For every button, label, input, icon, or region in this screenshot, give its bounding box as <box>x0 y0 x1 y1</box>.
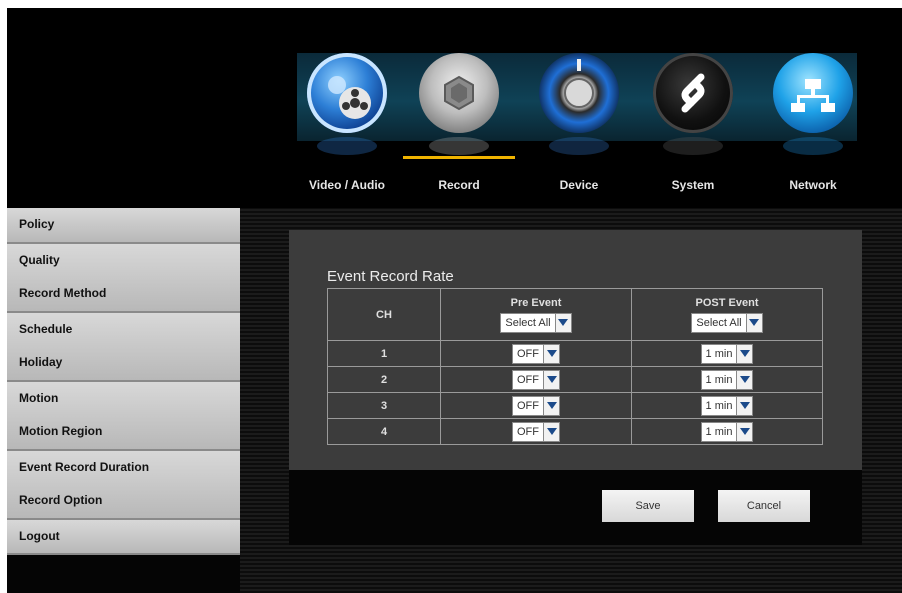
sidebar-item-policy[interactable]: Policy <box>7 208 240 242</box>
sidebar-group: Logout <box>7 519 240 555</box>
chevron-down-icon <box>543 344 559 363</box>
column-header-post-event: POST Event Select All <box>631 288 823 341</box>
tab-label: Network <box>789 178 837 192</box>
panel-title: Event Record Rate <box>327 268 454 285</box>
table-row: 3 OFF 1 min <box>327 392 823 419</box>
sidebar-group: Schedule Holiday <box>7 312 240 382</box>
tab-network[interactable]: Network <box>763 53 863 203</box>
post-event-select[interactable]: 1 min <box>700 343 754 364</box>
tab-label: Device <box>559 178 599 192</box>
post-event-select[interactable]: 1 min <box>700 369 754 390</box>
event-record-rate-table: CH Pre Event Select All POST Event Selec… <box>327 288 823 445</box>
active-tab-indicator <box>403 156 515 159</box>
tab-label: System <box>671 178 715 192</box>
sidebar-item-record-option[interactable]: Record Option <box>7 484 240 518</box>
column-header-pre-event: Pre Event Select All <box>440 288 632 341</box>
sidebar-group: Quality Record Method <box>7 243 240 313</box>
chevron-down-icon <box>736 344 753 363</box>
chevron-down-icon <box>736 370 753 389</box>
table-row: 1 OFF 1 min <box>327 340 823 367</box>
channel-number: 3 <box>327 392 441 419</box>
chevron-down-icon <box>745 313 762 332</box>
pre-event-select-all[interactable]: Select All <box>500 312 572 333</box>
sidebar-group: Motion Motion Region <box>7 381 240 451</box>
sidebar-group: Event Record Duration Record Option <box>7 450 240 520</box>
tab-system[interactable]: System <box>643 53 743 203</box>
sidebar-item-motion[interactable]: Motion <box>7 382 240 416</box>
sidebar-item-schedule[interactable]: Schedule <box>7 313 240 347</box>
table-row: 2 OFF 1 min <box>327 366 823 393</box>
sidebar-item-logout[interactable]: Logout <box>7 520 240 554</box>
post-event-select-all[interactable]: Select All <box>691 312 763 333</box>
pre-event-select[interactable]: OFF <box>512 421 560 442</box>
sidebar-item-event-record-duration[interactable]: Event Record Duration <box>7 451 240 485</box>
channel-number: 4 <box>327 418 441 445</box>
post-event-select[interactable]: 1 min <box>700 395 754 416</box>
cancel-button[interactable]: Cancel <box>718 490 810 522</box>
pre-event-label: Pre Event <box>510 296 562 309</box>
pre-event-select[interactable]: OFF <box>512 343 560 364</box>
table-row: 4 OFF 1 min <box>327 418 823 445</box>
action-bar: Save Cancel <box>289 470 862 545</box>
tab-device[interactable]: Device <box>529 53 629 203</box>
sidebar-item-record-method[interactable]: Record Method <box>7 277 240 311</box>
chevron-down-icon <box>736 396 753 415</box>
chevron-down-icon <box>543 370 559 389</box>
chevron-down-icon <box>543 396 559 415</box>
post-event-select[interactable]: 1 min <box>700 421 754 442</box>
pre-event-select[interactable]: OFF <box>512 395 560 416</box>
tab-video-audio[interactable]: Video / Audio <box>297 53 397 203</box>
chevron-down-icon <box>554 313 571 332</box>
column-header-ch: CH <box>327 288 441 341</box>
sidebar-group: Policy <box>7 208 240 244</box>
channel-number: 1 <box>327 340 441 367</box>
sidebar-item-holiday[interactable]: Holiday <box>7 346 240 380</box>
sidebar-item-quality[interactable]: Quality <box>7 244 240 278</box>
post-event-label: POST Event <box>695 296 759 309</box>
chevron-down-icon <box>543 422 559 441</box>
tab-label: Video / Audio <box>308 178 385 192</box>
pre-event-select[interactable]: OFF <box>512 369 560 390</box>
tab-label: Record <box>438 178 480 192</box>
tab-record[interactable]: Record <box>409 53 509 203</box>
top-navigation: Video / Audio Record Device System Netwo… <box>7 8 902 208</box>
channel-number: 2 <box>327 366 441 393</box>
chevron-down-icon <box>736 422 753 441</box>
sidebar-item-motion-region[interactable]: Motion Region <box>7 415 240 449</box>
event-record-rate-panel: Event Record Rate CH Pre Event Select Al… <box>289 230 862 470</box>
sidebar: Policy Quality Record Method Schedule Ho… <box>7 208 240 555</box>
app-frame: Video / Audio Record Device System Netwo… <box>7 8 902 593</box>
save-button[interactable]: Save <box>602 490 694 522</box>
